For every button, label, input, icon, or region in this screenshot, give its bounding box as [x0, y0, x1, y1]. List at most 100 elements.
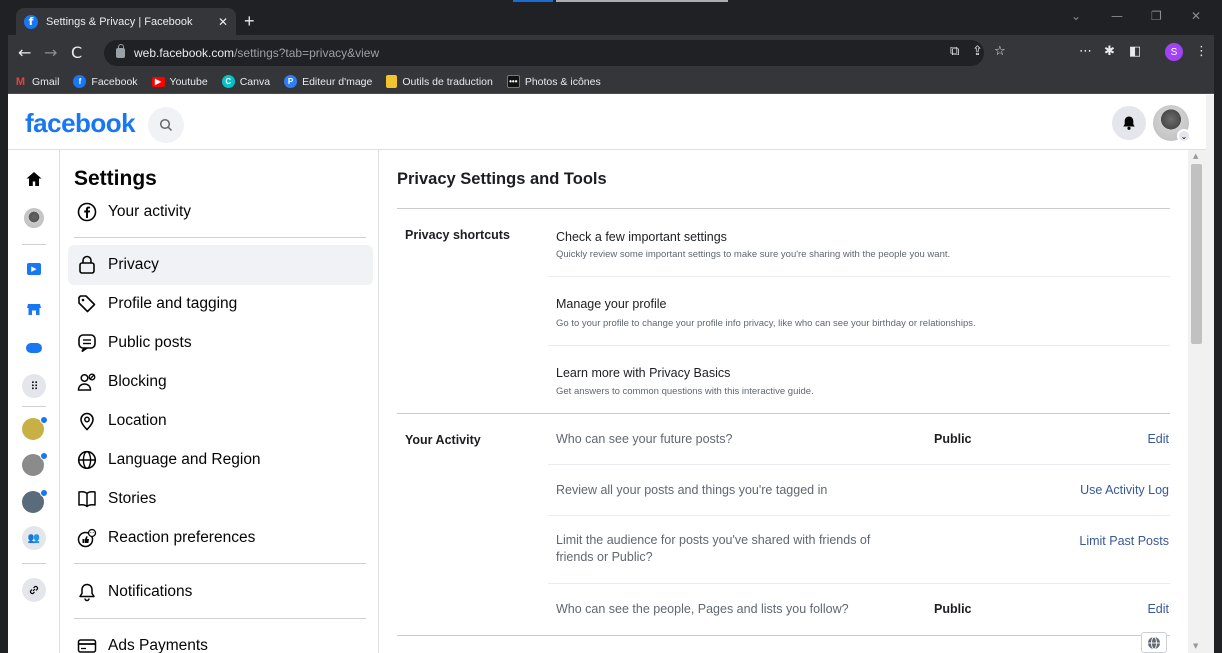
settings-item-label: Profile and tagging: [108, 295, 238, 312]
groups-icon[interactable]: 👥: [22, 526, 46, 550]
lock-icon: [76, 254, 98, 276]
facebook-favicon-icon: f: [24, 14, 38, 29]
bookmark-star-icon[interactable]: ☆: [994, 44, 1006, 59]
privacy-main-panel: Privacy Settings and Tools Privacy short…: [380, 150, 1188, 653]
new-tab-icon[interactable]: +: [244, 11, 255, 32]
shortcut-description: Get answers to common questions with thi…: [556, 386, 814, 397]
settings-item-public-posts[interactable]: Public posts: [68, 323, 373, 363]
settings-item-language-and-region[interactable]: Language and Region: [68, 440, 373, 480]
side-panel-icon[interactable]: ◧: [1129, 44, 1141, 59]
bookmark-photos-icones[interactable]: ••• Photos & icônes: [506, 75, 601, 88]
settings-item-location[interactable]: Location: [68, 401, 373, 441]
restore-icon[interactable]: ❐: [1151, 9, 1162, 23]
forward-icon[interactable]: →: [44, 43, 57, 62]
bookmark-label: Editeur d'mage: [302, 75, 373, 88]
settings-divider: [74, 618, 366, 619]
left-rail: ▶ ⠿ 👥: [8, 150, 60, 653]
section-divider: [397, 635, 1170, 636]
row-divider: [548, 464, 1170, 465]
settings-item-label: Public posts: [108, 334, 192, 351]
bookmark-label: Canva: [239, 75, 271, 88]
gmail-icon: M: [15, 75, 26, 88]
search-button[interactable]: [148, 107, 184, 143]
activity-row-title: Review all your posts and things you're …: [556, 483, 828, 497]
extensions-puzzle-icon[interactable]: ✱: [1104, 44, 1115, 59]
notifications-button[interactable]: [1112, 106, 1146, 140]
back-icon[interactable]: ←: [18, 43, 31, 62]
minimize-icon[interactable]: —: [1111, 9, 1123, 23]
language-globe-button[interactable]: [1141, 632, 1167, 653]
marketplace-icon[interactable]: [24, 299, 44, 319]
photopea-icon: P: [284, 75, 298, 88]
bookmark-label: Youtube: [169, 75, 208, 88]
link-icon[interactable]: [22, 578, 46, 602]
activity-row-value: Public: [934, 432, 972, 446]
bookmark-youtube[interactable]: ▶ Youtube: [151, 75, 208, 88]
settings-item-stories[interactable]: Stories: [68, 479, 373, 519]
tab-settings-privacy[interactable]: f Settings & Privacy | Facebook ✕: [16, 8, 236, 35]
shortcut-title[interactable]: Manage your profile: [556, 297, 666, 311]
profile-avatar[interactable]: S: [1165, 43, 1183, 61]
reaction-icon: [76, 527, 98, 549]
reload-icon[interactable]: C: [71, 43, 82, 62]
scrollbar-thumb[interactable]: [1191, 164, 1202, 344]
content-scrollbar[interactable]: ▲ ▼: [1188, 150, 1206, 653]
bookmark-canva[interactable]: C Canva: [221, 75, 271, 88]
profile-icon[interactable]: [24, 208, 44, 228]
settings-item-profile-and-tagging[interactable]: Profile and tagging: [68, 284, 373, 324]
bookmarks-bar: M Gmail f Facebook ▶ Youtube C Canva P Editeu…: [8, 70, 1214, 94]
settings-item-blocking[interactable]: Blocking: [68, 362, 373, 402]
settings-item-reaction-preferences[interactable]: Reaction preferences: [68, 518, 373, 558]
settings-item-your-activity[interactable]: Your activity: [68, 192, 373, 232]
facebook-logo[interactable]: facebook: [25, 108, 136, 139]
rail-divider: [22, 563, 46, 564]
settings-item-label: Your activity: [108, 203, 191, 220]
address-bar[interactable]: web.facebook.com /settings?tab=privacy&v…: [104, 40, 984, 66]
settings-item-label: Notifications: [108, 583, 193, 600]
extension-dots-icon[interactable]: ⋯: [1079, 44, 1092, 59]
row-divider: [548, 276, 1170, 277]
translate-icon[interactable]: ⧉: [950, 44, 959, 59]
bookmark-facebook[interactable]: f Facebook: [73, 75, 138, 88]
edit-link[interactable]: Edit: [969, 432, 1169, 446]
menu-kebab-icon[interactable]: ⋮: [1195, 44, 1208, 59]
bell-icon: [1123, 116, 1135, 130]
tab-close-icon[interactable]: ✕: [218, 15, 228, 29]
search-icon: [159, 118, 173, 132]
limit-past-posts-link[interactable]: Limit Past Posts: [969, 534, 1169, 548]
gaming-icon[interactable]: [24, 338, 44, 358]
bookmark-label: Gmail: [32, 75, 60, 88]
lock-icon: [116, 44, 125, 58]
use-activity-log-link[interactable]: Use Activity Log: [969, 483, 1169, 497]
settings-item-ads-payments[interactable]: Ads Payments: [68, 626, 373, 653]
scroll-down-icon[interactable]: ▼: [1193, 642, 1198, 650]
section-divider: [397, 413, 1170, 414]
bookmark-editeur[interactable]: P Editeur d'mage: [284, 75, 372, 88]
shortcut-title[interactable]: Check a few important settings: [556, 230, 727, 244]
settings-item-notifications[interactable]: Notifications: [68, 572, 373, 612]
home-icon[interactable]: [24, 169, 44, 189]
edit-link[interactable]: Edit: [969, 602, 1169, 616]
bookmark-folder-outils[interactable]: Outils de traduction: [386, 75, 493, 88]
public-posts-icon: [76, 332, 98, 354]
close-window-icon[interactable]: ✕: [1191, 9, 1201, 23]
tab-search-icon[interactable]: ⌄: [1071, 9, 1081, 23]
bookmark-gmail[interactable]: M Gmail: [14, 75, 60, 88]
share-icon[interactable]: ⇪: [972, 44, 983, 59]
settings-item-privacy[interactable]: Privacy: [68, 245, 373, 285]
bell-icon: [76, 581, 98, 603]
page-scrollbar[interactable]: [1206, 95, 1214, 653]
tab-strip-accent: [513, 0, 553, 2]
bookmark-label: Outils de traduction: [402, 75, 493, 88]
browser-toolbar: ← → C web.facebook.com /settings?tab=pri…: [8, 35, 1214, 70]
menu-grid-icon[interactable]: ⠿: [22, 374, 46, 398]
section-label-privacy-shortcuts: Privacy shortcuts: [405, 228, 510, 242]
facebook-circle-icon: [76, 201, 98, 223]
shortcut-title[interactable]: Learn more with Privacy Basics: [556, 366, 730, 380]
scroll-up-icon[interactable]: ▲: [1193, 152, 1198, 160]
tab-title: Settings & Privacy | Facebook: [46, 15, 193, 28]
watch-icon[interactable]: ▶: [24, 259, 44, 279]
shortcut-description: Quickly review some important settings t…: [556, 249, 951, 260]
account-menu-chevron-icon[interactable]: ⌄: [1177, 129, 1191, 143]
folder-icon: [386, 75, 398, 88]
